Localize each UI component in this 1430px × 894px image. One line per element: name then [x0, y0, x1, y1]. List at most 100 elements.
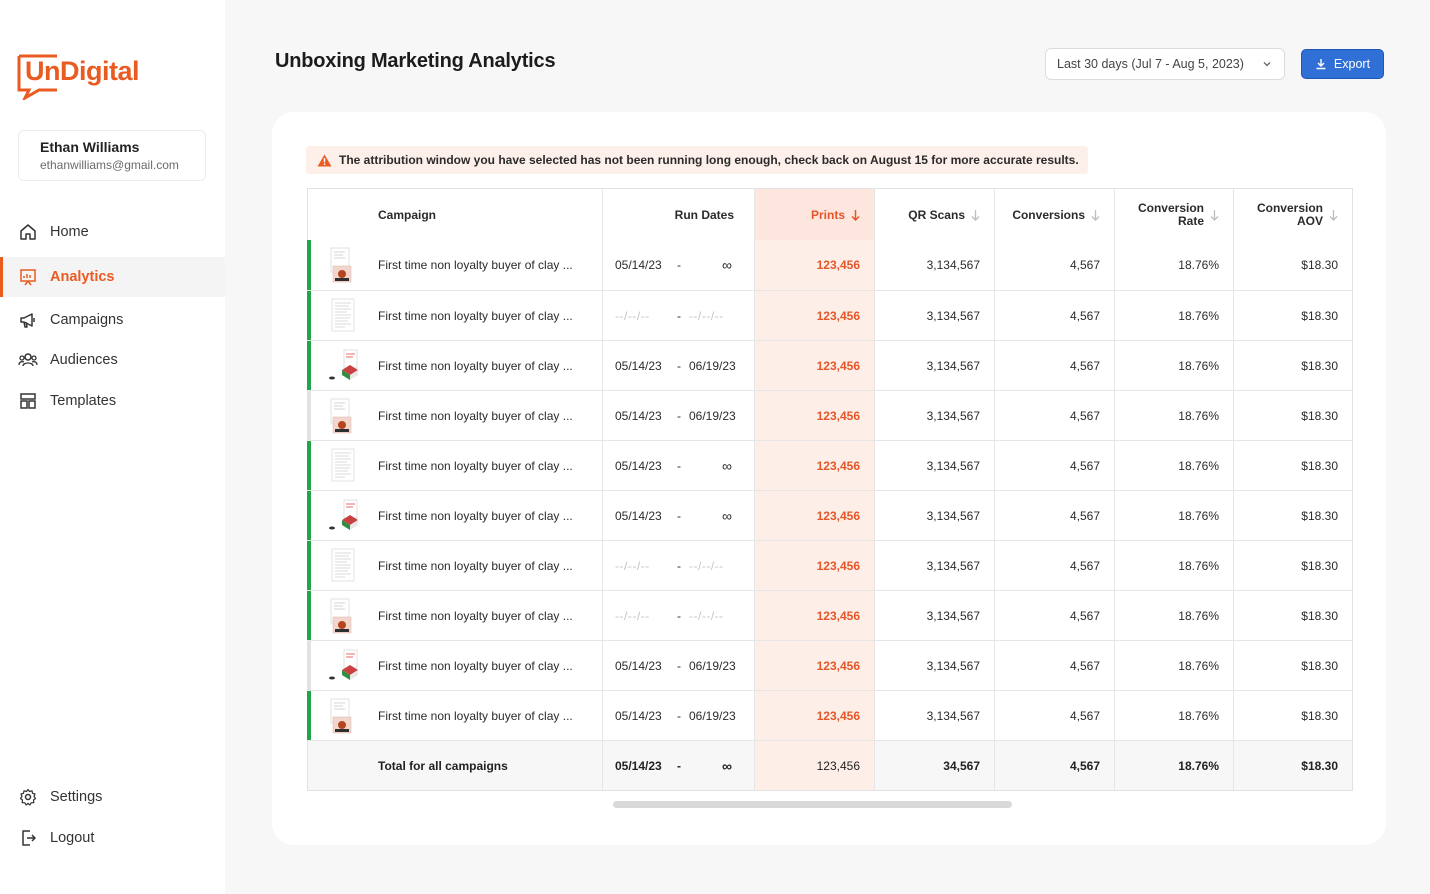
date-separator: -: [677, 558, 681, 573]
date-range-select[interactable]: Last 30 days (Jul 7 - Aug 5, 2023): [1045, 48, 1285, 80]
conversions-cell: 4,567: [994, 240, 1114, 290]
conversions-cell: 4,567: [994, 491, 1114, 540]
column-header-conversions[interactable]: Conversions: [994, 189, 1114, 240]
campaign-cell[interactable]: First time non loyalty buyer of clay ...: [307, 291, 602, 340]
page-title: Unboxing Marketing Analytics: [275, 50, 556, 72]
status-indicator: [307, 541, 311, 590]
campaign-thumbnail: [328, 498, 358, 534]
run-dates-cell: 05/14/23-06/19/23: [602, 691, 754, 740]
conversion-aov-cell: $18.30: [1233, 441, 1352, 490]
sidebar-item-label: Audiences: [50, 352, 118, 368]
sidebar-item-settings[interactable]: Settings: [0, 777, 225, 817]
campaign-cell[interactable]: First time non loyalty buyer of clay ...: [307, 491, 602, 540]
campaign-cell[interactable]: First time non loyalty buyer of clay ...: [307, 391, 602, 440]
run-end-date: --/--/--: [689, 558, 724, 573]
run-dates-cell: 05/14/23- ∞: [602, 441, 754, 490]
conversion-rate-cell: 18.76%: [1114, 591, 1233, 640]
column-header-prints[interactable]: Prints: [754, 189, 874, 240]
home-icon: [18, 222, 38, 242]
table-row[interactable]: First time non loyalty buyer of clay ...…: [307, 590, 1352, 640]
users-icon: [18, 350, 38, 370]
sidebar-item-analytics[interactable]: Analytics: [0, 257, 225, 297]
sort-icon: [971, 209, 980, 221]
campaign-name: First time non loyalty buyer of clay ...: [378, 458, 573, 473]
campaign-thumbnail: [328, 448, 358, 484]
status-indicator: [307, 641, 311, 690]
date-separator: -: [677, 458, 681, 473]
sidebar-item-audiences[interactable]: Audiences: [0, 340, 225, 380]
conversion-rate-cell: 18.76%: [1114, 441, 1233, 490]
total-qr-scans: 34,567: [874, 741, 994, 790]
status-indicator: [307, 391, 311, 440]
date-separator: -: [677, 358, 681, 373]
run-dates-cell: 05/14/23- ∞: [602, 240, 754, 290]
conversions-cell: 4,567: [994, 391, 1114, 440]
run-start-date: 05/14/23: [615, 708, 662, 723]
logout-icon: [18, 828, 38, 848]
run-end-date: --/--/--: [689, 608, 724, 623]
column-header-conversion-rate[interactable]: Conversion Rate: [1114, 189, 1233, 240]
run-dates-cell: --/--/-- - --/--/--: [602, 541, 754, 590]
campaign-cell[interactable]: First time non loyalty buyer of clay ...: [307, 341, 602, 390]
date-separator: -: [677, 658, 681, 673]
prints-cell: 123,456: [754, 541, 874, 590]
campaign-cell[interactable]: First time non loyalty buyer of clay ...: [307, 641, 602, 690]
column-header-conversion-aov[interactable]: Conversion AOV: [1233, 189, 1352, 240]
sidebar-item-label: Logout: [50, 830, 95, 846]
table-row[interactable]: First time non loyalty buyer of clay ...…: [307, 440, 1352, 490]
run-end-date: 06/19/23: [689, 658, 736, 673]
column-header-campaign[interactable]: Campaign: [308, 189, 602, 240]
campaign-cell[interactable]: First time non loyalty buyer of clay ...: [307, 240, 602, 290]
horizontal-scrollbar[interactable]: [613, 801, 1012, 808]
table-row[interactable]: First time non loyalty buyer of clay ...…: [307, 640, 1352, 690]
run-start-date: 05/14/23: [615, 458, 662, 473]
sidebar-item-logout[interactable]: Logout: [0, 818, 225, 858]
table-row[interactable]: First time non loyalty buyer of clay ...…: [307, 690, 1352, 740]
run-start-date: 05/14/23: [615, 408, 662, 423]
run-end-date: 06/19/23: [689, 358, 736, 373]
table-row[interactable]: First time non loyalty buyer of clay ...…: [307, 540, 1352, 590]
table-row[interactable]: First time non loyalty buyer of clay ...…: [307, 240, 1352, 290]
qr-scans-cell: 3,134,567: [874, 541, 994, 590]
campaign-name: First time non loyalty buyer of clay ...: [378, 408, 573, 423]
table-row[interactable]: First time non loyalty buyer of clay ...…: [307, 490, 1352, 540]
sort-icon: [1091, 209, 1100, 221]
export-button[interactable]: Export: [1301, 49, 1384, 79]
total-conversion-rate: 18.76%: [1114, 741, 1233, 790]
campaign-cell[interactable]: First time non loyalty buyer of clay ...: [307, 691, 602, 740]
conversions-cell: 4,567: [994, 641, 1114, 690]
table-row[interactable]: First time non loyalty buyer of clay ...…: [307, 390, 1352, 440]
total-row: Total for all campaigns 05/14/23- ∞ 123,4…: [308, 740, 1352, 790]
status-indicator: [307, 691, 311, 740]
templates-icon: [18, 391, 38, 411]
campaign-name: First time non loyalty buyer of clay ...: [378, 258, 573, 272]
conversion-rate-cell: 18.76%: [1114, 641, 1233, 690]
sidebar-item-label: Campaigns: [50, 312, 124, 328]
status-indicator: [307, 441, 311, 490]
campaign-cell[interactable]: First time non loyalty buyer of clay ...: [307, 541, 602, 590]
date-separator: -: [677, 608, 681, 623]
qr-scans-cell: 3,134,567: [874, 341, 994, 390]
conversion-aov-cell: $18.30: [1233, 491, 1352, 540]
prints-cell: 123,456: [754, 691, 874, 740]
run-end-date: ∞: [722, 257, 732, 273]
campaign-cell[interactable]: First time non loyalty buyer of clay ...: [307, 441, 602, 490]
column-header-run-dates[interactable]: Run Dates: [602, 189, 754, 240]
column-header-qr-scans[interactable]: QR Scans: [874, 189, 994, 240]
conversion-aov-cell: $18.30: [1233, 391, 1352, 440]
sidebar-item-campaigns[interactable]: Campaigns: [0, 300, 225, 340]
conversions-cell: 4,567: [994, 541, 1114, 590]
conversion-rate-cell: 18.76%: [1114, 691, 1233, 740]
table-row[interactable]: First time non loyalty buyer of clay ...…: [307, 290, 1352, 340]
status-indicator: [307, 240, 311, 290]
undigital-logo[interactable]: UnDigital: [17, 52, 140, 102]
campaign-cell[interactable]: First time non loyalty buyer of clay ...: [307, 591, 602, 640]
user-card[interactable]: Ethan Williams ethanwilliams@gmail.com: [18, 130, 206, 181]
download-icon: [1315, 58, 1327, 70]
sidebar-item-templates[interactable]: Templates: [0, 381, 225, 421]
sidebar-item-home[interactable]: Home: [0, 212, 225, 252]
table-row[interactable]: First time non loyalty buyer of clay ...…: [307, 340, 1352, 390]
status-indicator: [307, 291, 311, 340]
prints-cell: 123,456: [754, 591, 874, 640]
run-end-date: 06/19/23: [689, 408, 736, 423]
